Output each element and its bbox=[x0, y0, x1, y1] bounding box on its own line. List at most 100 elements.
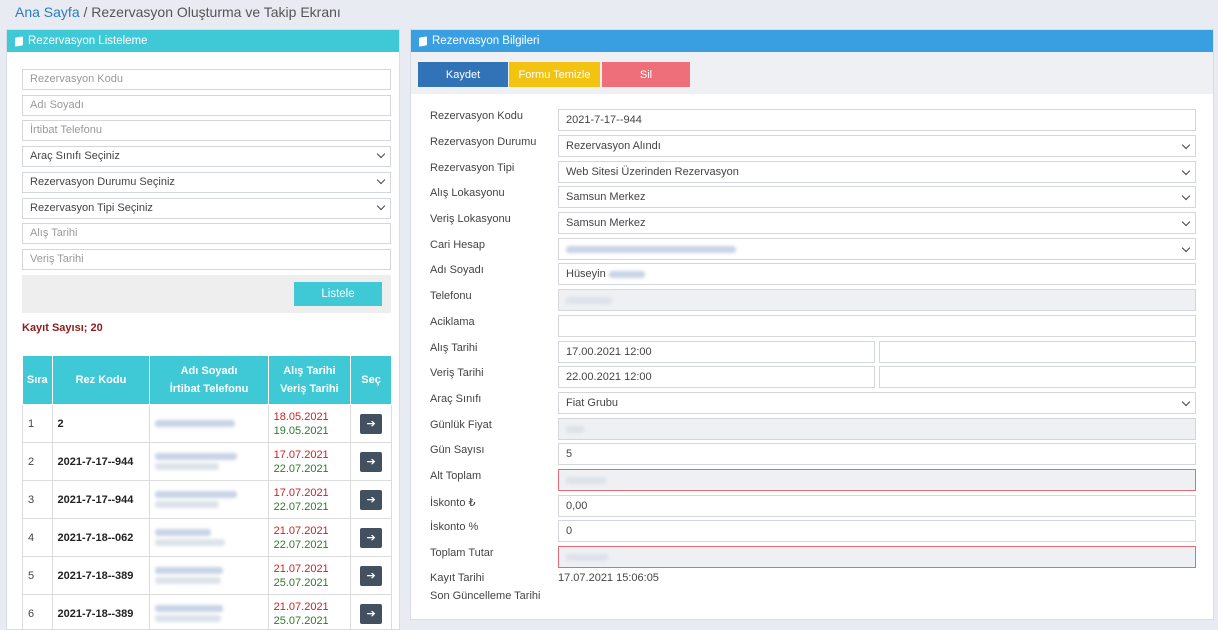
pickup-location-value: Samsun Merkez bbox=[566, 191, 646, 203]
row-select-cell: ➔ bbox=[350, 556, 392, 595]
breadcrumb-home-link[interactable]: Ana Sayfa bbox=[15, 4, 80, 20]
record-date-value: 17.07.2021 15:06:05 bbox=[558, 572, 659, 584]
filter-status-value: Rezervasyon Durumu Seçiniz bbox=[30, 176, 175, 188]
return-time-input[interactable] bbox=[879, 366, 1196, 388]
discount-tl-label: İskonto ₺ bbox=[430, 497, 476, 509]
pickup-time-input[interactable] bbox=[879, 341, 1196, 363]
arrow-right-icon[interactable]: ➔ bbox=[360, 489, 383, 510]
arrow-right-icon[interactable]: ➔ bbox=[360, 527, 383, 548]
days-input[interactable]: 5 bbox=[558, 443, 1196, 465]
header-name: Adı Soyadı bbox=[180, 365, 238, 377]
redacted-account bbox=[566, 246, 736, 253]
row-pickup-date: 21.07.2021 bbox=[273, 524, 329, 537]
return-date-label: Veriş Tarihi bbox=[430, 367, 484, 379]
row-code: 2021-7-18--062 bbox=[51, 518, 151, 557]
phone-input[interactable] bbox=[558, 289, 1196, 311]
row-select-cell: ➔ bbox=[350, 404, 392, 443]
total-input[interactable] bbox=[558, 546, 1196, 568]
filter-type-value: Rezervasyon Tipi Seçiniz bbox=[30, 202, 153, 214]
row-select-cell: ➔ bbox=[350, 442, 392, 481]
filter-pickup-date-input[interactable]: Alış Tarihi bbox=[22, 223, 391, 244]
arrow-right-icon[interactable]: ➔ bbox=[360, 603, 383, 624]
row-no: 3 bbox=[22, 480, 53, 519]
status-value: Rezervasyon Alındı bbox=[566, 140, 661, 152]
row-return-date: 19.05.2021 bbox=[273, 424, 329, 437]
return-date-input[interactable]: 22.00.2021 12:00 bbox=[558, 366, 875, 388]
row-select-cell: ➔ bbox=[350, 594, 392, 629]
delete-button[interactable]: Sil bbox=[602, 62, 690, 87]
vehicle-class-select[interactable]: Fiat Grubu bbox=[558, 392, 1196, 414]
table-header-row: Sıra Rez Kodu Adı Soyadı İrtibat Telefonu… bbox=[22, 355, 392, 405]
chevron-down-icon bbox=[376, 175, 386, 185]
reservation-details-title: Rezervasyon Bilgileri bbox=[432, 35, 540, 47]
row-select-cell: ➔ bbox=[350, 518, 392, 557]
name-label: Adı Soyadı bbox=[430, 264, 484, 276]
row-name-phone bbox=[149, 594, 269, 629]
filter-vehicle-class-select[interactable]: Araç Sınıfı Seçiniz bbox=[22, 146, 391, 167]
chevron-down-icon bbox=[1181, 140, 1191, 150]
filter-name-input[interactable]: Adı Soyadı bbox=[22, 95, 391, 116]
row-name-phone bbox=[149, 480, 269, 519]
status-label: Rezervasyon Durumu bbox=[430, 136, 537, 148]
discount-tl-input[interactable]: 0,00 bbox=[558, 495, 1196, 517]
row-no: 1 bbox=[22, 404, 53, 443]
row-return-date: 25.07.2021 bbox=[273, 576, 329, 589]
chevron-down-icon bbox=[1181, 397, 1191, 407]
subtotal-input[interactable] bbox=[558, 469, 1196, 491]
type-label: Rezervasyon Tipi bbox=[430, 162, 515, 174]
reservation-details-header: Rezervasyon Bilgileri bbox=[411, 30, 1213, 52]
header-code: Rez Kodu bbox=[51, 355, 151, 405]
row-return-date: 25.07.2021 bbox=[273, 614, 329, 627]
chevron-down-icon bbox=[1181, 217, 1191, 227]
reservation-table: Sıra Rez Kodu Adı Soyadı İrtibat Telefonu… bbox=[22, 355, 392, 629]
type-select[interactable]: Web Sitesi Üzerinden Rezervasyon bbox=[558, 161, 1196, 183]
save-button[interactable]: Kaydet bbox=[418, 62, 508, 87]
name-input[interactable]: Hüseyin bbox=[558, 263, 1196, 285]
status-select[interactable]: Rezervasyon Alındı bbox=[558, 135, 1196, 157]
arrow-right-icon[interactable]: ➔ bbox=[360, 565, 383, 586]
header-phone: İrtibat Telefonu bbox=[169, 383, 249, 395]
table-row: 5 2021-7-18--389 21.07.2021 25.07.2021 ➔ bbox=[22, 556, 392, 595]
filter-code-input[interactable]: Rezervasyon Kodu bbox=[22, 69, 391, 90]
filter-vehicle-class-value: Araç Sınıfı Seçiniz bbox=[30, 150, 120, 162]
account-select[interactable] bbox=[558, 238, 1196, 260]
arrow-right-icon[interactable]: ➔ bbox=[360, 451, 383, 472]
filter-type-select[interactable]: Rezervasyon Tipi Seçiniz bbox=[22, 198, 391, 219]
reservation-list-header: Rezervasyon Listeleme bbox=[7, 30, 399, 52]
pickup-date-input[interactable]: 17.00.2021 12:00 bbox=[558, 341, 875, 363]
description-input[interactable] bbox=[558, 315, 1196, 337]
type-value: Web Sitesi Üzerinden Rezervasyon bbox=[566, 166, 739, 178]
redacted-phone bbox=[155, 577, 222, 584]
filter-status-select[interactable]: Rezervasyon Durumu Seçiniz bbox=[22, 172, 391, 193]
return-location-select[interactable]: Samsun Merkez bbox=[558, 212, 1196, 234]
code-label: Rezervasyon Kodu bbox=[430, 110, 523, 122]
redacted-name bbox=[155, 453, 238, 460]
list-button[interactable]: Listele bbox=[294, 282, 382, 306]
breadcrumb: Ana Sayfa / Rezervasyon Oluşturma ve Tak… bbox=[15, 4, 341, 20]
breadcrumb-separator: / bbox=[79, 4, 92, 20]
redacted-name bbox=[155, 529, 212, 536]
row-code: 2 bbox=[51, 404, 151, 443]
phone-label: Telefonu bbox=[430, 290, 472, 302]
row-code: 2021-7-17--944 bbox=[51, 480, 151, 519]
row-name-phone bbox=[149, 404, 269, 443]
code-input[interactable]: 2021-7-17--944 bbox=[558, 109, 1196, 131]
redacted-name bbox=[155, 567, 224, 574]
arrow-right-icon[interactable]: ➔ bbox=[360, 413, 383, 434]
header-pickup: Alış Tarihi bbox=[283, 365, 336, 377]
chevron-down-icon bbox=[1181, 191, 1191, 201]
filter-phone-input[interactable]: İrtibat Telefonu bbox=[22, 120, 391, 141]
row-pickup-date: 17.07.2021 bbox=[273, 448, 329, 461]
record-date-label: Kayıt Tarihi bbox=[430, 572, 485, 584]
return-location-label: Veriş Lokasyonu bbox=[430, 213, 511, 225]
redacted-subtotal bbox=[566, 477, 606, 484]
daily-price-input[interactable] bbox=[558, 418, 1196, 440]
pickup-location-select[interactable]: Samsun Merkez bbox=[558, 186, 1196, 208]
redacted-phone bbox=[155, 501, 220, 508]
discount-pct-input[interactable]: 0 bbox=[558, 520, 1196, 542]
vehicle-class-value: Fiat Grubu bbox=[566, 397, 618, 409]
filter-return-date-input[interactable]: Veriş Tarihi bbox=[22, 249, 391, 270]
table-row: 6 2021-7-18--389 21.07.2021 25.07.2021 ➔ bbox=[22, 594, 392, 629]
header-select: Seç bbox=[350, 355, 392, 405]
clear-form-button[interactable]: Formu Temizle bbox=[509, 62, 600, 87]
